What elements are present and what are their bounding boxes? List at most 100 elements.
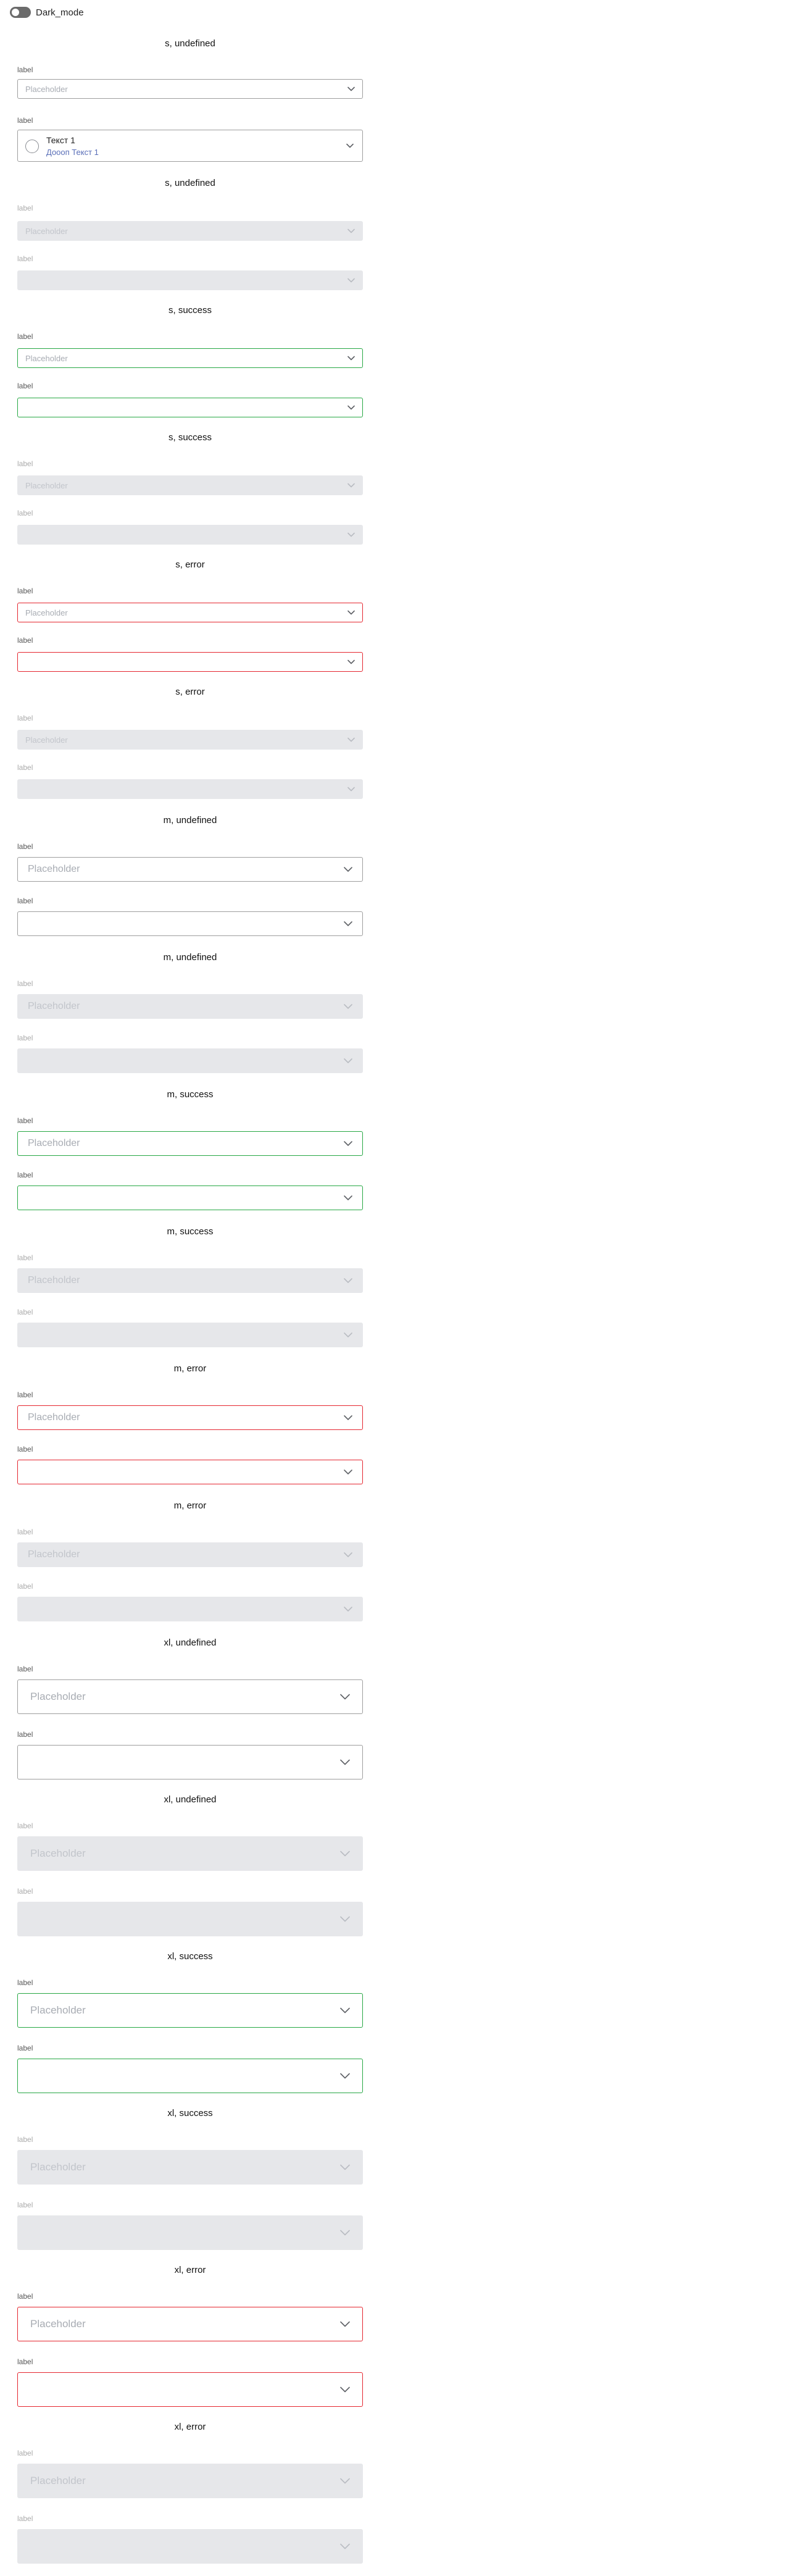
item-text: Текст 1: [46, 135, 75, 145]
select-field[interactable]: Placeholder: [17, 857, 363, 882]
field-label: label: [17, 1730, 33, 1739]
select-placeholder: Placeholder: [25, 480, 68, 490]
select-placeholder: Placeholder: [30, 2475, 86, 2486]
chevron-down-icon: [344, 1141, 352, 1146]
select-field-disabled: [17, 1048, 363, 1073]
select-field-disabled: [17, 779, 363, 799]
field-label: label: [17, 1253, 33, 1262]
select-placeholder: Placeholder: [28, 864, 80, 874]
select-field-disabled: Placeholder: [17, 221, 363, 241]
section-title: s, success: [168, 305, 212, 316]
section-title: m, error: [173, 1500, 207, 1511]
select-placeholder: Placeholder: [30, 2004, 86, 2016]
select-field-success[interactable]: [17, 1186, 363, 1210]
field-label: label: [17, 2201, 33, 2209]
select-field-disabled: Placeholder: [17, 2150, 363, 2185]
select-placeholder: Placeholder: [30, 2318, 86, 2330]
field-label: label: [17, 1390, 33, 1399]
field-label: label: [17, 1887, 33, 1896]
radio-icon: [25, 140, 39, 153]
select-placeholder: Placeholder: [28, 1412, 80, 1423]
chevron-down-icon: [346, 143, 354, 148]
dark-mode-toggle[interactable]: [10, 7, 31, 18]
select-placeholder: Placeholder: [28, 1138, 80, 1148]
chevron-down-icon: [340, 1759, 350, 1765]
field-label: label: [17, 897, 33, 905]
chevron-down-icon: [340, 2478, 350, 2484]
section-title: m, undefined: [163, 815, 217, 826]
select-field-error[interactable]: Placeholder: [17, 2307, 363, 2341]
select-field-success[interactable]: Placeholder: [17, 1993, 363, 2028]
field-label: label: [17, 714, 33, 722]
section-title: xl, error: [174, 2265, 206, 2275]
field-label: label: [17, 2135, 33, 2144]
select-field-success[interactable]: Placeholder: [17, 348, 363, 368]
select-field-error[interactable]: [17, 1460, 363, 1484]
select-placeholder: Placeholder: [25, 84, 68, 94]
section-title: s, undefined: [165, 38, 215, 49]
field-label: label: [17, 2449, 33, 2457]
field-label: label: [17, 1528, 33, 1536]
field-label: label: [17, 2292, 33, 2301]
field-label: label: [17, 1171, 33, 1179]
select-field-disabled: Placeholder: [17, 730, 363, 750]
select-field-success[interactable]: [17, 398, 363, 417]
select-field-disabled: Placeholder: [17, 1542, 363, 1567]
field-label: label: [17, 1034, 33, 1042]
field-label: label: [17, 1116, 33, 1125]
chevron-down-icon: [340, 1694, 350, 1700]
chevron-down-icon: [340, 2543, 350, 2549]
select-placeholder: Placeholder: [25, 353, 68, 363]
select-placeholder: Placeholder: [25, 226, 68, 236]
select-field-error[interactable]: [17, 652, 363, 672]
select-field-error[interactable]: Placeholder: [17, 603, 363, 622]
chevron-down-icon: [347, 86, 355, 91]
section-title: xl, error: [174, 2422, 206, 2432]
dark-mode-toggle-row[interactable]: Dark_mode: [10, 5, 84, 20]
chevron-down-icon: [340, 2230, 350, 2236]
field-label: label: [17, 1445, 33, 1453]
select-field[interactable]: [17, 1745, 363, 1779]
select-field-success[interactable]: Placeholder: [17, 1131, 363, 1156]
field-label: label: [17, 116, 33, 125]
chevron-down-icon: [344, 1415, 352, 1420]
field-label: label: [17, 842, 33, 851]
select-placeholder: Placeholder: [25, 735, 68, 745]
section-title: m, undefined: [163, 952, 217, 963]
select-placeholder: Placeholder: [25, 608, 68, 617]
select-field[interactable]: Placeholder: [17, 79, 363, 99]
select-field-disabled: [17, 1902, 363, 1936]
select-field[interactable]: Placeholder: [17, 1679, 363, 1714]
chevron-down-icon: [340, 2007, 350, 2014]
select-placeholder: Placeholder: [30, 1691, 86, 1702]
select-field-success[interactable]: [17, 2059, 363, 2093]
select-placeholder: Placeholder: [28, 1549, 80, 1560]
field-label: label: [17, 2357, 33, 2366]
field-label: label: [17, 254, 33, 263]
chevron-down-icon: [347, 483, 355, 488]
field-label: label: [17, 636, 33, 645]
field-label: label: [17, 2044, 33, 2052]
section-title: s, success: [168, 432, 212, 443]
section-title: xl, undefined: [164, 1794, 217, 1805]
toggle-knob: [12, 9, 19, 16]
select-field-disabled: [17, 525, 363, 545]
select-field[interactable]: [17, 911, 363, 936]
section-title: m, success: [167, 1089, 214, 1100]
chevron-down-icon: [340, 1916, 350, 1922]
select-placeholder: Placeholder: [30, 2161, 86, 2173]
field-label: label: [17, 332, 33, 341]
select-field-error[interactable]: Placeholder: [17, 1405, 363, 1430]
chevron-down-icon: [340, 2073, 350, 2079]
chevron-down-icon: [344, 1278, 352, 1283]
select-placeholder: Placeholder: [28, 1275, 80, 1286]
select-field-disabled: Placeholder: [17, 1268, 363, 1293]
chevron-down-icon: [347, 278, 355, 283]
select-field-disabled: [17, 270, 363, 290]
field-label: label: [17, 509, 33, 517]
field-label: label: [17, 2514, 33, 2523]
select-field-disabled: [17, 2215, 363, 2250]
chevron-down-icon: [347, 737, 355, 742]
select-field-error[interactable]: [17, 2372, 363, 2407]
select-field-with-item[interactable]: Текст 1 Доооп Текст 1: [17, 130, 363, 162]
